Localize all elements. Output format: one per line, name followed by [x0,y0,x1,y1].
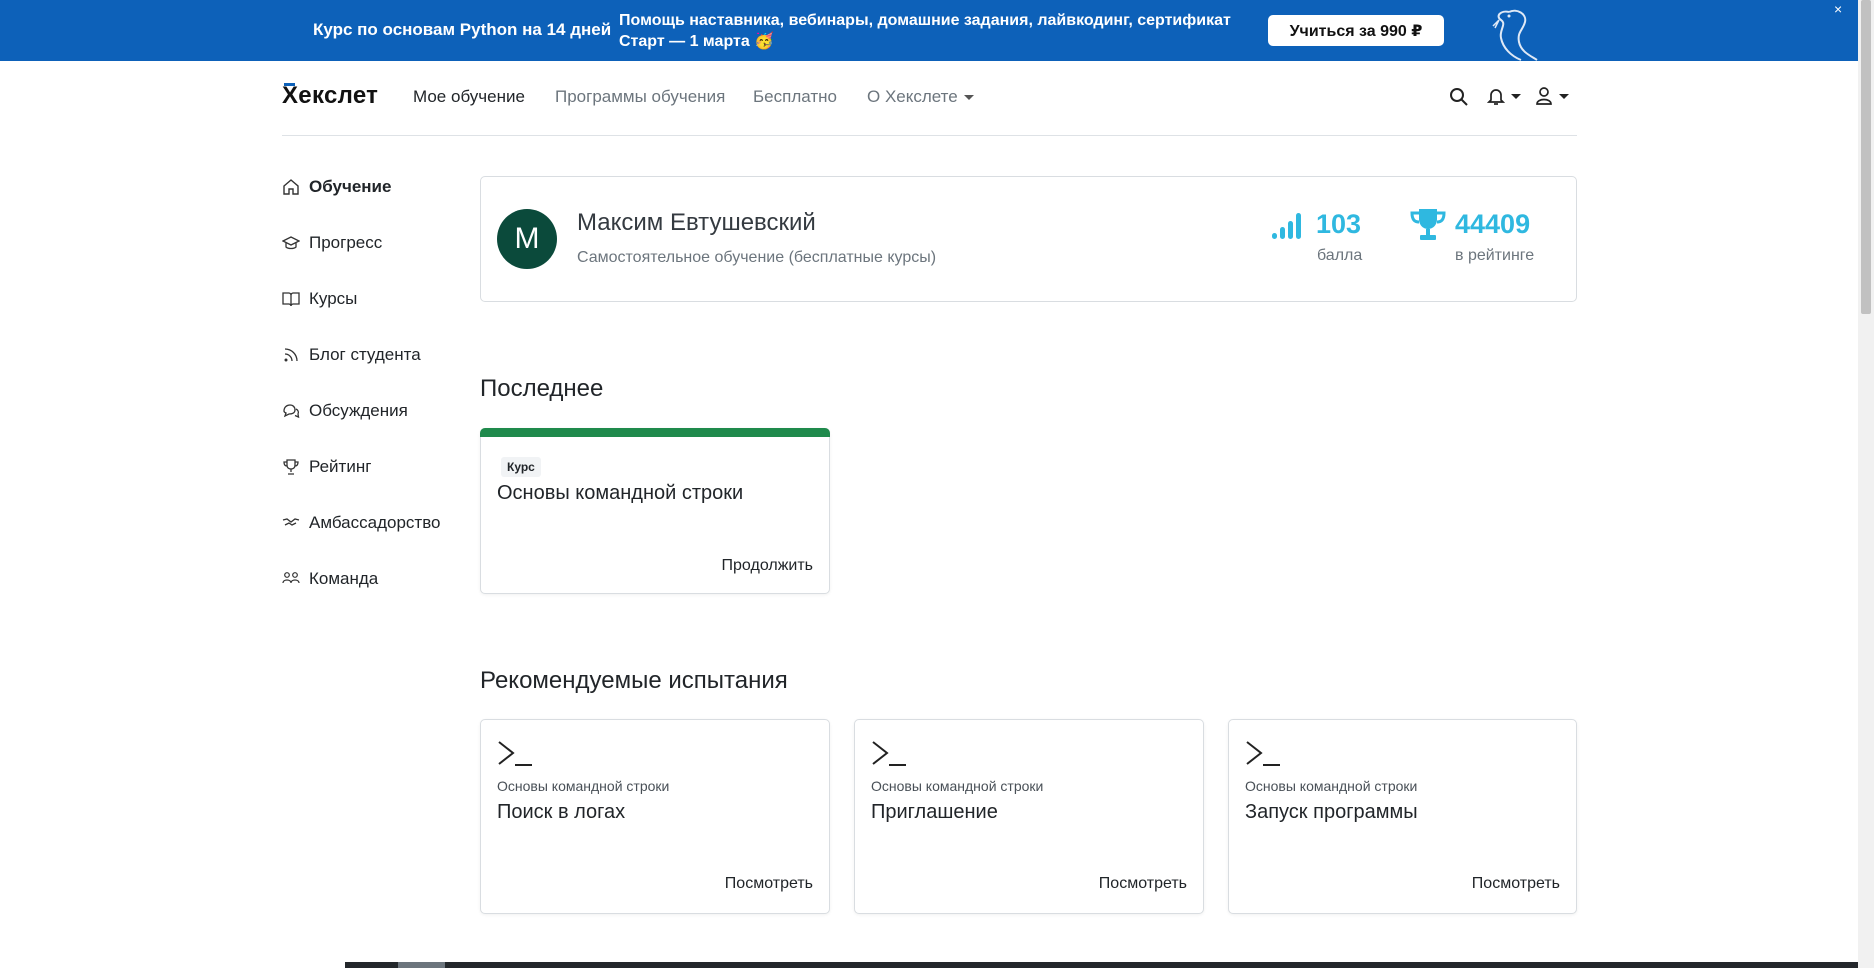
logo-text: Хекслет [282,82,379,109]
view-link[interactable]: Посмотреть [725,875,813,893]
horizontal-scrollbar[interactable] [345,962,1858,968]
chevron-down-icon [1511,93,1521,99]
book-icon [282,292,300,307]
challenges-section-title: Рекомендуемые испытания [480,667,788,694]
course-badge: Курс [501,457,541,477]
banner-course-title[interactable]: Курс по основам Python на 14 дней [313,20,611,40]
avatar[interactable]: M [497,209,557,269]
recent-course-card[interactable]: Курс Основы командной строки Продолжить [480,428,830,594]
sidebar-item-rating[interactable]: Рейтинг [282,454,371,480]
sidebar-item-label: Обучение [309,177,392,196]
scrollbar-thumb[interactable] [1861,0,1871,314]
banner-close-button[interactable]: × [1834,2,1842,16]
sidebar-item-label: Рейтинг [309,457,372,476]
signal-bars-icon [1272,213,1301,239]
rss-icon [284,348,298,362]
promo-banner[interactable]: Курс по основам Python на 14 дней Помощь… [0,0,1858,61]
sidebar-item-label: Прогресс [309,233,383,252]
user-icon [1536,87,1552,105]
sidebar-item-label: Курсы [309,289,358,308]
trophy-icon [1410,209,1446,240]
nav-about-label: О Хекслете [867,87,958,106]
points-label: балла [1317,247,1363,264]
challenge-card[interactable]: Основы командной строки Поиск в логах По… [480,719,830,914]
chat-icon [283,404,300,419]
profile-card: M Максим Евтушевский Самостоятельное обу… [480,176,1577,302]
bell-icon [1487,89,1505,105]
challenge-card[interactable]: Основы командной строки Запуск программы… [1228,719,1577,914]
sidebar-item-label: Блог студента [309,345,421,364]
trophy-icon [283,459,299,475]
rank-label: в рейтинге [1455,247,1535,264]
sidebar-item-learning[interactable]: Обучение [282,174,391,200]
header-divider [282,135,1577,136]
challenge-title[interactable]: Поиск в логах [497,801,625,824]
search-icon[interactable] [1448,86,1470,108]
site-logo[interactable]: Хекслет [282,82,378,110]
chevron-down-icon [963,95,974,101]
terminal-icon [1246,741,1280,766]
sidebar-item-label: Обсуждения [309,401,408,420]
sidebar-item-label: Команда [309,569,379,588]
nav-programs[interactable]: Программы обучения [555,87,725,107]
challenge-title[interactable]: Приглашение [871,801,998,824]
terminal-icon [498,741,532,766]
recent-section-title: Последнее [480,375,604,402]
challenge-card[interactable]: Основы командной строки Приглашение Посм… [854,719,1204,914]
profile-plan: Самостоятельное обучение (бесплатные кур… [577,249,937,266]
view-link[interactable]: Посмотреть [1472,875,1560,893]
profile-name[interactable]: Максим Евтушевский [577,209,816,237]
view-link[interactable]: Посмотреть [1099,875,1187,893]
challenge-title[interactable]: Запуск программы [1245,801,1418,824]
sidebar-item-ambassador[interactable]: Амбассадорство [282,510,441,536]
course-title[interactable]: Основы командной строки [497,482,743,505]
banner-description-line2: Старт — 1 марта 🥳 [619,33,775,50]
team-icon [282,572,300,584]
points-value: 103 [1316,209,1362,239]
course-progress-bar [480,428,830,437]
banner-description-line1: Помощь наставника, вебинары, домашние за… [619,12,1231,29]
nav-my-learning[interactable]: Мое обучение [413,87,525,107]
banner-description: Помощь наставника, вебинары, домашние за… [619,10,1231,52]
challenge-course: Основы командной строки [1245,778,1418,794]
nav-about[interactable]: О Хекслете [867,87,974,107]
continue-link[interactable]: Продолжить [722,557,813,575]
notifications-menu[interactable] [1487,86,1521,106]
page-scrollbar[interactable] [1858,0,1874,968]
horizontal-scrollbar-thumb[interactable] [398,962,445,968]
banner-cta-button[interactable]: Учиться за 990 ₽ [1268,15,1444,46]
handshake-icon [282,518,300,526]
snake-mascot-icon [1492,9,1538,61]
logo-accent [284,83,295,86]
sidebar-item-label: Амбассадорство [309,513,441,532]
challenge-course: Основы командной строки [871,778,1044,794]
challenge-course: Основы командной строки [497,778,670,794]
user-menu[interactable] [1535,86,1569,106]
sidebar-item-progress[interactable]: Прогресс [282,230,382,256]
sidebar-item-team[interactable]: Команда [282,566,378,592]
graduation-cap-icon [282,236,300,250]
home-icon [283,179,299,195]
rank-value: 44409 [1455,209,1531,239]
nav-free[interactable]: Бесплатно [753,87,837,107]
terminal-icon [872,741,906,766]
sidebar-item-blog[interactable]: Блог студента [282,342,421,368]
sidebar-item-discussions[interactable]: Обсуждения [282,398,408,424]
sidebar-item-courses[interactable]: Курсы [282,286,357,312]
chevron-down-icon [1559,93,1569,99]
